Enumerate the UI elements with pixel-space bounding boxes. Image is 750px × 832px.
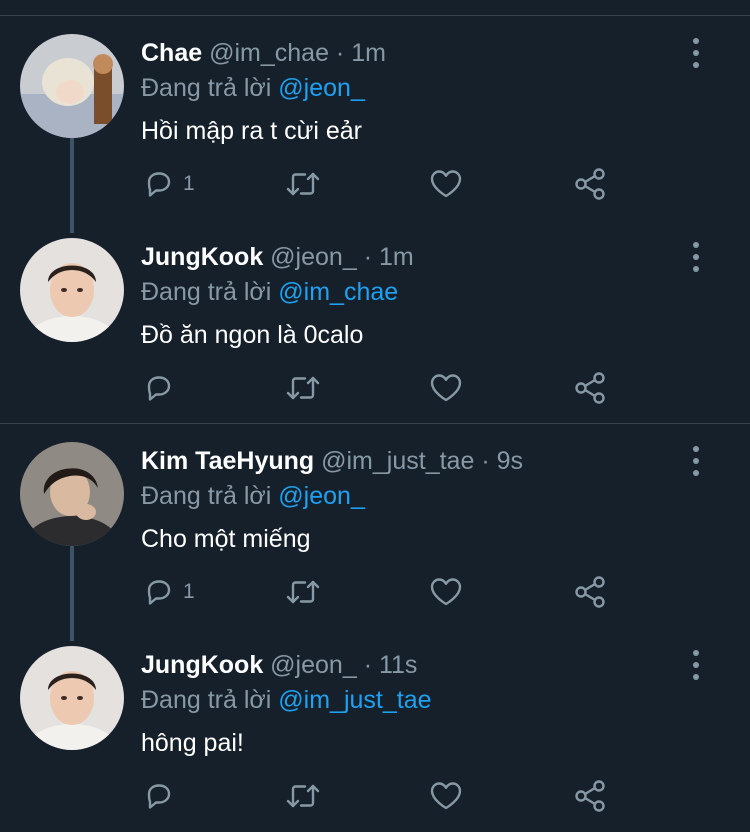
tweet[interactable]: Kim TaeHyung @im_just_tae · 9s Đang trả … bbox=[0, 424, 750, 624]
user-handle[interactable]: @im_just_tae bbox=[321, 447, 474, 475]
share-button[interactable] bbox=[573, 574, 607, 610]
tweet-header: JungKook @jeon_ · 1m bbox=[141, 242, 414, 272]
more-options-icon[interactable] bbox=[684, 650, 708, 682]
separator-dot: · bbox=[481, 447, 490, 475]
tweet-header: Chae @im_chae · 1m bbox=[141, 38, 386, 68]
replying-label: Đang trả lời bbox=[141, 278, 272, 306]
retweet-button[interactable] bbox=[285, 166, 321, 202]
retweet-icon bbox=[286, 580, 320, 604]
reply-button[interactable]: 1 bbox=[143, 574, 195, 610]
user-handle[interactable]: @jeon_ bbox=[270, 651, 357, 679]
share-icon bbox=[575, 780, 605, 812]
display-name[interactable]: JungKook bbox=[141, 651, 263, 679]
tweet-actions bbox=[141, 370, 621, 410]
reply-icon bbox=[147, 784, 171, 809]
more-options-icon[interactable] bbox=[684, 242, 708, 274]
replying-label: Đang trả lời bbox=[141, 686, 272, 714]
share-button[interactable] bbox=[573, 166, 607, 202]
like-button[interactable] bbox=[429, 370, 463, 406]
more-options-icon[interactable] bbox=[684, 446, 708, 478]
reply-count: 1 bbox=[183, 172, 195, 195]
avatar[interactable] bbox=[20, 34, 124, 138]
replying-label: Đang trả lời bbox=[141, 482, 272, 510]
reply-button[interactable]: 1 bbox=[143, 166, 195, 202]
mention-link[interactable]: @im_chae bbox=[278, 278, 398, 306]
reply-icon bbox=[147, 580, 171, 605]
share-button[interactable] bbox=[573, 370, 607, 406]
mention-link[interactable]: @jeon_ bbox=[278, 482, 365, 510]
retweet-button[interactable] bbox=[285, 778, 321, 814]
tweet-text: Cho một miếng bbox=[141, 525, 311, 553]
avatar[interactable] bbox=[20, 646, 124, 750]
like-button[interactable] bbox=[429, 574, 463, 610]
tweet-text: Hồi mập ra t cừi eảr bbox=[141, 117, 362, 145]
retweet-icon bbox=[286, 376, 320, 400]
replying-to: Đang trả lời @jeon_ bbox=[141, 481, 365, 511]
separator-dot: · bbox=[335, 39, 345, 67]
tweet-text: Đồ ăn ngon là 0calo bbox=[141, 321, 364, 349]
replying-to: Đang trả lời @im_chae bbox=[141, 277, 398, 307]
display-name[interactable]: JungKook bbox=[141, 243, 263, 271]
user-handle[interactable]: @jeon_ bbox=[270, 243, 357, 271]
replying-to: Đang trả lời @jeon_ bbox=[141, 73, 365, 103]
retweet-icon bbox=[286, 172, 320, 196]
retweet-button[interactable] bbox=[285, 370, 321, 406]
tweet-actions: 1 bbox=[141, 574, 621, 614]
separator-dot: · bbox=[363, 243, 373, 271]
tweet-header: JungKook @jeon_ · 11s bbox=[141, 650, 417, 680]
separator-dot: · bbox=[363, 651, 373, 679]
share-button[interactable] bbox=[573, 778, 607, 814]
timestamp[interactable]: 11s bbox=[379, 651, 417, 679]
reply-count: 1 bbox=[183, 580, 195, 603]
timestamp[interactable]: 1m bbox=[379, 243, 414, 271]
timestamp[interactable]: 9s bbox=[497, 447, 523, 475]
replying-to: Đang trả lời @im_just_tae bbox=[141, 685, 432, 715]
tweet[interactable]: JungKook @jeon_ · 1m Đang trả lời @im_ch… bbox=[0, 220, 750, 420]
share-icon bbox=[575, 372, 605, 404]
avatar[interactable] bbox=[20, 238, 124, 342]
more-options-icon[interactable] bbox=[684, 38, 708, 70]
retweet-icon bbox=[286, 784, 320, 808]
reply-icon bbox=[147, 172, 171, 197]
display-name[interactable]: Chae bbox=[141, 39, 202, 67]
reply-button[interactable] bbox=[143, 778, 183, 814]
tweet[interactable]: Chae @im_chae · 1m Đang trả lời @jeon_ H… bbox=[0, 16, 750, 216]
display-name[interactable]: Kim TaeHyung bbox=[141, 447, 314, 475]
reply-icon bbox=[147, 376, 171, 401]
tweet-actions bbox=[141, 778, 621, 818]
user-handle[interactable]: @im_chae bbox=[209, 39, 329, 67]
heart-icon bbox=[430, 374, 462, 402]
tweet-header: Kim TaeHyung @im_just_tae · 9s bbox=[141, 446, 523, 476]
share-icon bbox=[575, 168, 605, 200]
mention-link[interactable]: @im_just_tae bbox=[278, 686, 431, 714]
like-button[interactable] bbox=[429, 166, 463, 202]
tweet-text: hông pai! bbox=[141, 729, 244, 757]
like-button[interactable] bbox=[429, 778, 463, 814]
heart-icon bbox=[430, 170, 462, 198]
mention-link[interactable]: @jeon_ bbox=[278, 74, 365, 102]
tweet-actions: 1 bbox=[141, 166, 621, 206]
share-icon bbox=[575, 576, 605, 608]
reply-button[interactable] bbox=[143, 370, 183, 406]
heart-icon bbox=[430, 578, 462, 606]
timestamp[interactable]: 1m bbox=[351, 39, 386, 67]
avatar[interactable] bbox=[20, 442, 124, 546]
heart-icon bbox=[430, 782, 462, 810]
replying-label: Đang trả lời bbox=[141, 74, 272, 102]
tweet[interactable]: JungKook @jeon_ · 11s Đang trả lời @im_j… bbox=[0, 628, 750, 828]
retweet-button[interactable] bbox=[285, 574, 321, 610]
